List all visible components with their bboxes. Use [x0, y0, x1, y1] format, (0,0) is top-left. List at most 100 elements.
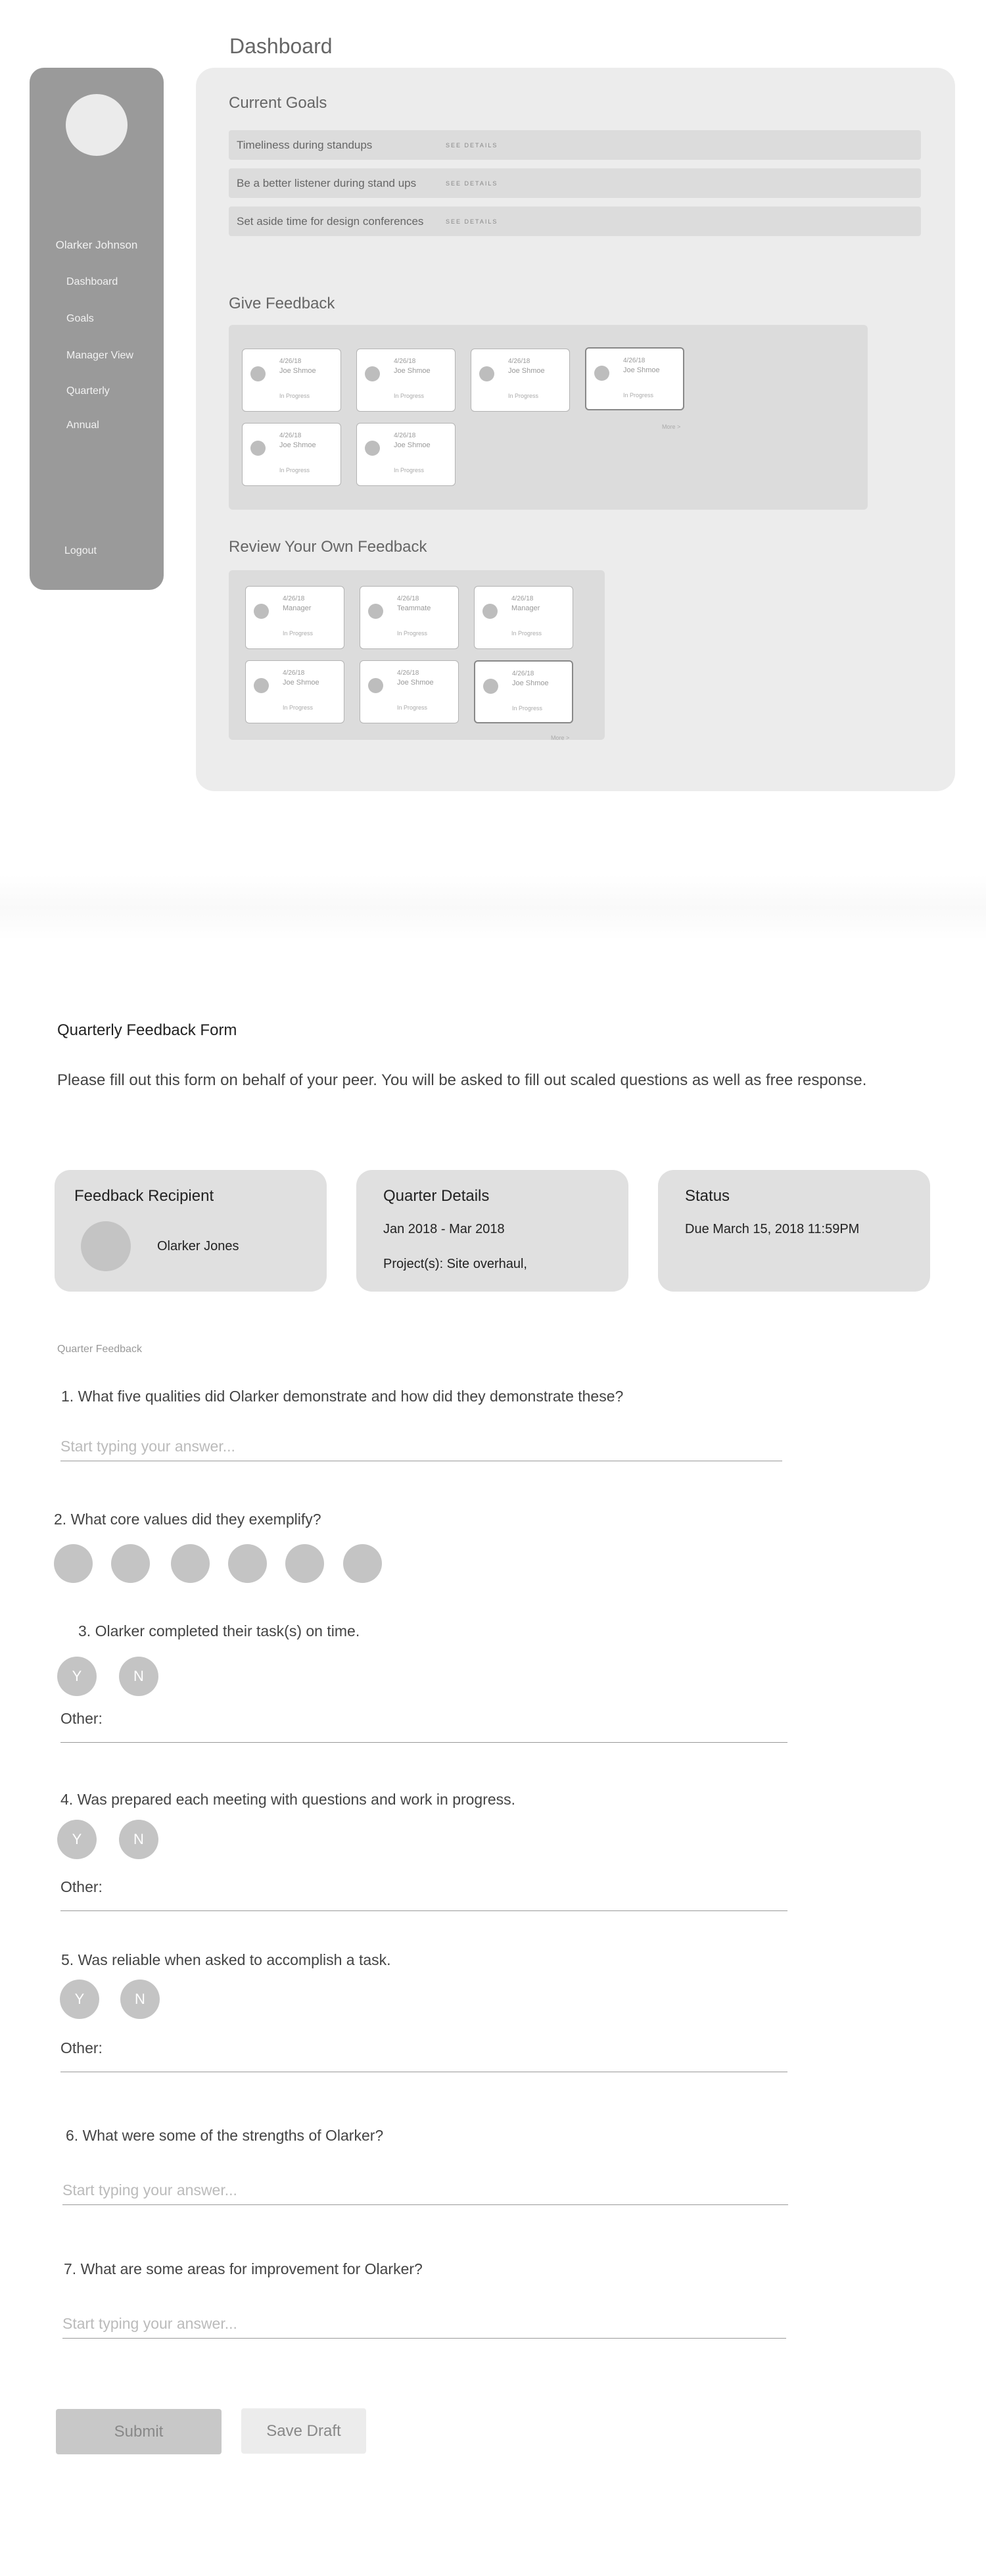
no-button[interactable]: N [120, 1980, 160, 2019]
yes-button[interactable]: Y [60, 1980, 99, 2019]
avatar [368, 604, 383, 619]
user-name: Olarker Johnson [55, 239, 138, 251]
card-status: In Progress [623, 392, 654, 399]
quarter-range: Jan 2018 - Mar 2018 [383, 1222, 505, 1236]
review-card[interactable]: 4/26/18 Joe Shmoe In Progress [360, 660, 459, 723]
feedback-card[interactable]: 4/26/18 Joe Shmoe In Progress [471, 349, 570, 412]
logout-link[interactable]: Logout [64, 545, 97, 557]
recipient-title: Feedback Recipient [74, 1187, 214, 1205]
answer-input-6[interactable] [62, 2176, 788, 2205]
review-card[interactable]: 4/26/18 Manager In Progress [474, 586, 573, 649]
feedback-card[interactable]: 4/26/18 Joe Shmoe In Progress [242, 423, 341, 486]
goal-text: Timeliness during standups [237, 139, 373, 151]
question-2: 2. What core values did they exemplify? [54, 1511, 321, 1528]
give-feedback-group: 4/26/18 Joe Shmoe In Progress 4/26/18 Jo… [229, 325, 868, 510]
card-status: In Progress [397, 704, 428, 711]
card-status: In Progress [394, 393, 425, 399]
more-link[interactable]: More > [662, 424, 680, 430]
status-due: Due March 15, 2018 11:59PM [685, 1222, 860, 1236]
card-name: Joe Shmoe [512, 679, 549, 687]
save-draft-button[interactable]: Save Draft [241, 2408, 366, 2454]
card-name: Joe Shmoe [508, 367, 545, 375]
other-input-3[interactable] [60, 1714, 787, 1743]
status-title: Status [685, 1187, 730, 1205]
card-date: 4/26/18 [397, 669, 419, 677]
card-name: Joe Shmoe [623, 366, 660, 374]
card-status: In Progress [511, 630, 542, 637]
see-details-link[interactable]: SEE DETAILS [446, 218, 498, 225]
sidebar-item-quarterly[interactable]: Quarterly [66, 385, 110, 397]
goal-row: Timeliness during standups SEE DETAILS [229, 130, 921, 160]
card-date: 4/26/18 [623, 357, 646, 364]
card-name: Joe Shmoe [279, 367, 316, 375]
dashboard-panel: Current Goals Timeliness during standups… [196, 68, 955, 791]
answer-input-1[interactable] [60, 1432, 782, 1461]
card-date: 4/26/18 [279, 432, 302, 439]
avatar [368, 678, 383, 693]
core-value-option[interactable] [343, 1544, 382, 1583]
review-card[interactable]: 4/26/18 Teammate In Progress [360, 586, 459, 649]
sidebar: Olarker Johnson Dashboard Goals Manager … [30, 68, 164, 590]
sidebar-item-annual[interactable]: Annual [66, 420, 99, 431]
sidebar-item-dashboard[interactable]: Dashboard [66, 276, 118, 288]
card-date: 4/26/18 [508, 358, 530, 365]
core-value-option[interactable] [54, 1544, 93, 1583]
recipient-box: Feedback Recipient Olarker Jones [55, 1170, 327, 1292]
card-name: Manager [511, 604, 540, 612]
quarter-details-title: Quarter Details [383, 1187, 490, 1205]
avatar [254, 678, 269, 693]
yes-button[interactable]: Y [57, 1820, 97, 1859]
question-1: 1. What five qualities did Olarker demon… [61, 1388, 624, 1405]
see-details-link[interactable]: SEE DETAILS [446, 142, 498, 149]
card-status: In Progress [279, 393, 310, 399]
avatar [479, 366, 494, 381]
card-name: Joe Shmoe [394, 441, 431, 449]
sidebar-item-goals[interactable]: Goals [66, 313, 94, 325]
card-status: In Progress [397, 630, 428, 637]
avatar [81, 1221, 131, 1271]
avatar [483, 679, 498, 694]
review-card[interactable]: 4/26/18 Manager In Progress [245, 586, 344, 649]
avatar [250, 366, 266, 381]
answer-input-7[interactable] [62, 2310, 786, 2339]
goal-row: Be a better listener during stand ups SE… [229, 168, 921, 198]
card-date: 4/26/18 [283, 669, 305, 677]
give-feedback-title: Give Feedback [229, 295, 335, 312]
review-card[interactable]: 4/26/18 Joe Shmoe In Progress [245, 660, 344, 723]
feedback-card[interactable]: 4/26/18 Joe Shmoe In Progress [356, 349, 456, 412]
avatar[interactable] [66, 94, 128, 156]
core-value-option[interactable] [171, 1544, 210, 1583]
goal-row: Set aside time for design conferences SE… [229, 207, 921, 236]
card-date: 4/26/18 [394, 358, 416, 365]
goal-text: Be a better listener during stand ups [237, 177, 417, 189]
core-value-option[interactable] [111, 1544, 150, 1583]
card-status: In Progress [283, 630, 314, 637]
avatar [254, 604, 269, 619]
feedback-card[interactable]: 4/26/18 Joe Shmoe In Progress [356, 423, 456, 486]
card-date: 4/26/18 [512, 670, 534, 677]
core-value-option[interactable] [285, 1544, 324, 1583]
review-card[interactable]: 4/26/18 Joe Shmoe In Progress [474, 660, 573, 723]
other-input-4[interactable] [60, 1882, 787, 1911]
goal-text: Set aside time for design conferences [237, 215, 424, 228]
see-details-link[interactable]: SEE DETAILS [446, 180, 498, 187]
card-date: 4/26/18 [511, 595, 534, 602]
avatar [365, 441, 380, 456]
yes-button[interactable]: Y [57, 1657, 97, 1696]
avatar [594, 366, 609, 381]
no-button[interactable]: N [119, 1657, 158, 1696]
form-title: Quarterly Feedback Form [57, 1021, 237, 1039]
card-name: Joe Shmoe [394, 367, 431, 375]
other-input-5[interactable] [60, 2043, 787, 2072]
card-status: In Progress [279, 467, 310, 474]
section-label: Quarter Feedback [57, 1344, 142, 1355]
card-name: Manager [283, 604, 312, 612]
no-button[interactable]: N [119, 1820, 158, 1859]
more-link[interactable]: More > [551, 735, 569, 741]
submit-button[interactable]: Submit [56, 2409, 222, 2454]
feedback-card[interactable]: 4/26/18 Joe Shmoe In Progress [585, 347, 684, 410]
card-name: Joe Shmoe [283, 679, 319, 687]
sidebar-item-manager-view[interactable]: Manager View [66, 350, 133, 362]
core-value-option[interactable] [228, 1544, 267, 1583]
feedback-card[interactable]: 4/26/18 Joe Shmoe In Progress [242, 349, 341, 412]
